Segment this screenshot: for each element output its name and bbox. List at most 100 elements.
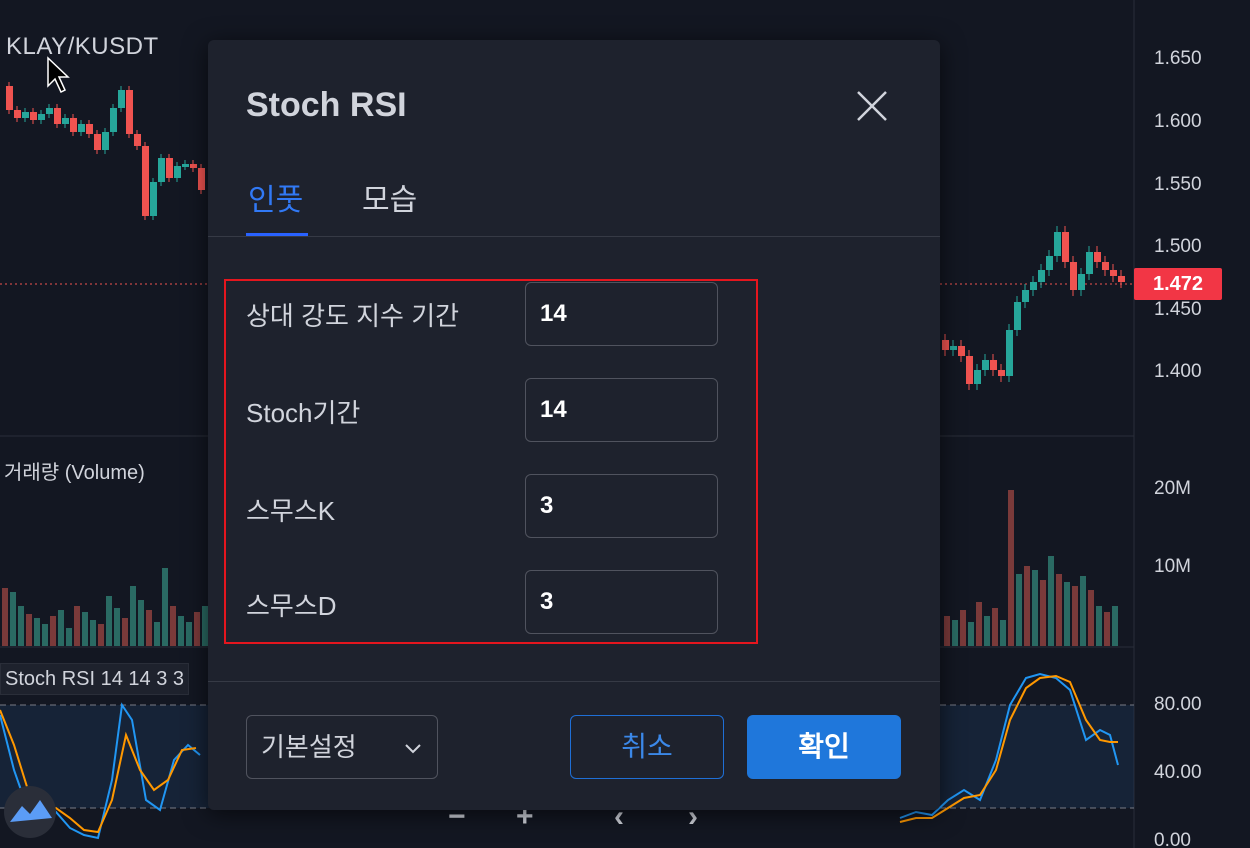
candle-body (94, 134, 101, 150)
candle-body (158, 158, 165, 182)
tab-style[interactable]: 모습 (362, 175, 417, 219)
candle-body (198, 168, 205, 190)
smooth-d-input[interactable] (525, 570, 718, 634)
volume-bar (1016, 574, 1022, 646)
volume-bar (162, 568, 168, 646)
candle-body (102, 132, 109, 150)
smooth-k-input[interactable] (525, 474, 718, 538)
candle-body (62, 118, 69, 124)
volume-bar (1008, 490, 1014, 646)
volume-bar (66, 628, 72, 646)
volume-bar (154, 622, 160, 646)
mouse-cursor-icon (47, 56, 70, 94)
cancel-button[interactable]: 취소 (570, 715, 724, 779)
candle-body (1006, 330, 1013, 376)
price-tick: 1.450 (1154, 299, 1202, 320)
candle-body (1110, 270, 1117, 276)
smooth-d-label: 스무스D (246, 591, 337, 621)
symbol-label[interactable]: KLAY/KUSDT (6, 33, 159, 61)
volume-bar (130, 586, 136, 646)
defaults-dropdown[interactable]: 기본설정 (246, 715, 438, 779)
candle-body (54, 108, 61, 124)
close-button[interactable] (854, 88, 890, 124)
volume-bar (42, 624, 48, 646)
candle-body (1022, 290, 1029, 302)
candle-body (134, 134, 141, 146)
candle-body (14, 110, 21, 118)
candle-body (982, 360, 989, 370)
price-tick: 1.500 (1154, 236, 1202, 257)
candle-body (950, 346, 957, 350)
candle-body (966, 356, 973, 384)
candle-body (958, 346, 965, 356)
candle-body (1038, 270, 1045, 282)
candle-body (22, 112, 29, 118)
volume-bar (82, 612, 88, 646)
volume-tick: 20M (1154, 478, 1191, 499)
volume-bar (968, 622, 974, 646)
defaults-dropdown-label: 기본설정 (261, 732, 357, 762)
candle-body (30, 112, 37, 120)
candle-body (174, 166, 181, 178)
tab-inputs[interactable]: 인풋 (248, 175, 303, 219)
price-tick: 1.400 (1154, 361, 1202, 382)
candle-body (974, 370, 981, 384)
rsi-tick: 40.00 (1154, 762, 1202, 783)
dialog-title: Stoch RSI (246, 86, 407, 124)
volume-bar (992, 608, 998, 646)
candle-body (998, 370, 1005, 376)
volume-indicator-label[interactable]: 거래량 (Volume) (4, 456, 145, 485)
candle-body (942, 340, 949, 350)
candle-body (1014, 302, 1021, 330)
candle-body (110, 108, 117, 132)
volume-bar (106, 596, 112, 646)
candle-body (126, 90, 133, 134)
volume-bar (1040, 580, 1046, 646)
candle-body (78, 124, 85, 132)
volume-bar (1024, 566, 1030, 646)
chevron-down-icon (405, 744, 421, 754)
stoch-rsi-settings-dialog: Stoch RSI 인풋 모습 상대 강도 지수 기간 Stoch기간 스무스K… (208, 40, 940, 810)
volume-bar (114, 608, 120, 646)
volume-bar (1088, 590, 1094, 646)
volume-bar (178, 616, 184, 646)
volume-bar (138, 600, 144, 646)
stoch-rsi-indicator-label[interactable]: Stoch RSI 14 14 3 3 (0, 663, 190, 695)
volume-bar (1080, 576, 1086, 646)
candle-body (1062, 232, 1069, 262)
volume-bar (1112, 606, 1118, 646)
rsi-length-label: 상대 강도 지수 기간 (246, 301, 460, 331)
volume-tick: 10M (1154, 556, 1191, 577)
candle-body (150, 182, 157, 216)
candle-body (38, 114, 45, 120)
rsi-length-input[interactable] (525, 282, 718, 346)
volume-bar (58, 610, 64, 646)
candle-body (990, 360, 997, 370)
volume-bar (1056, 574, 1062, 646)
smooth-k-label: 스무스K (246, 496, 336, 526)
candle-body (1078, 274, 1085, 290)
volume-bar (960, 610, 966, 646)
volume-bar (10, 592, 16, 646)
volume-bar (2, 588, 8, 646)
stoch-length-input[interactable] (525, 378, 718, 442)
volume-bar (1048, 556, 1054, 646)
close-icon[interactable] (854, 88, 890, 124)
volume-bar (1032, 570, 1038, 646)
volume-bar (26, 614, 32, 646)
volume-bar (1104, 612, 1110, 646)
volume-bar (976, 602, 982, 646)
footer-divider (208, 681, 940, 682)
volume-bar (1072, 586, 1078, 646)
ok-button[interactable]: 확인 (747, 715, 901, 779)
candle-body (190, 164, 197, 168)
rsi-tick: 0.00 (1154, 830, 1191, 848)
candle-body (1086, 252, 1093, 274)
volume-bar (34, 618, 40, 646)
volume-bar (984, 616, 990, 646)
volume-bar (74, 606, 80, 646)
tradingview-logo-icon (4, 786, 56, 838)
volume-bar (50, 616, 56, 646)
candle-body (86, 124, 93, 134)
candle-body (118, 90, 125, 108)
